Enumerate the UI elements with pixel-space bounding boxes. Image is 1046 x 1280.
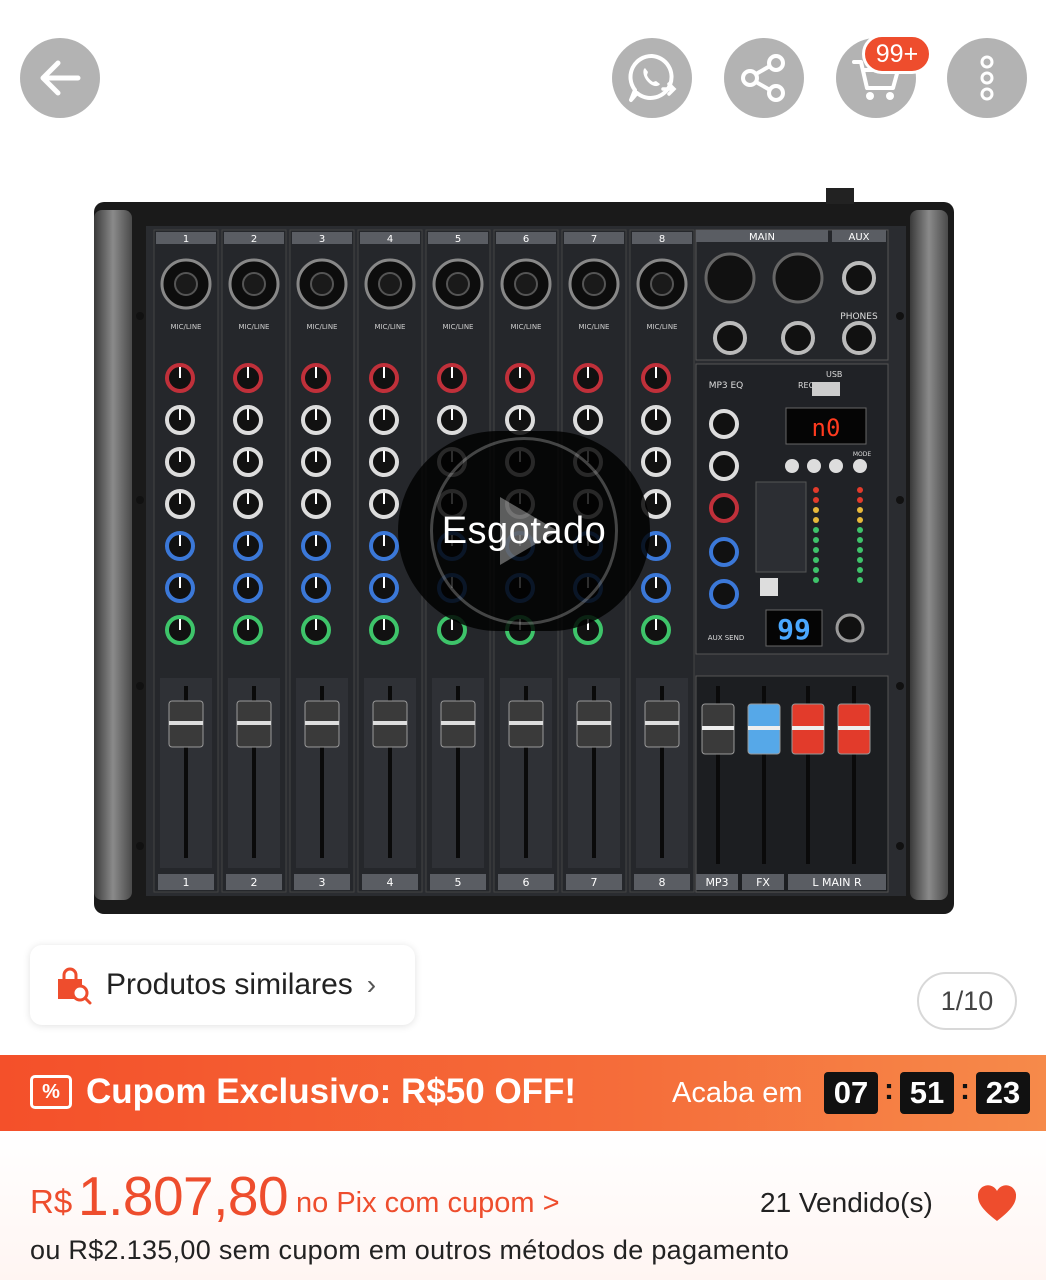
coupon-ends-label: Acaba em: [672, 1077, 803, 1109]
mixer-channel-number: 8: [659, 234, 665, 245]
mixer-display-bottom: 99: [777, 613, 811, 646]
similar-products-label: Produtos similares: [106, 968, 353, 1001]
mixer-channel-number: 6: [523, 876, 530, 889]
mixer-channel-number: 8: [659, 876, 666, 889]
mixer-phones-label: PHONES: [840, 312, 878, 322]
share-icon: [741, 54, 785, 102]
shopping-bag-search-icon: [58, 967, 92, 1005]
mixer-main-label: MAIN: [749, 232, 775, 243]
video-play-button[interactable]: Esgotado: [398, 431, 650, 631]
timer-separator: :: [884, 1073, 894, 1106]
mixer-channel-number: 3: [319, 876, 326, 889]
timer-minutes: 51: [900, 1072, 954, 1114]
mixer-fx-label: FX: [756, 876, 770, 889]
chevron-right-icon: ›: [366, 969, 377, 1000]
whatsapp-icon: [628, 53, 677, 102]
mixer-micline-label: MIC/LINE: [239, 323, 270, 331]
mixer-main-lr-label: L MAIN R: [812, 876, 862, 889]
mixer-channel-number: 6: [523, 234, 529, 245]
mixer-channel-number: 7: [591, 876, 598, 889]
more-options-button[interactable]: [947, 38, 1027, 118]
mixer-channel-number: 4: [387, 876, 394, 889]
product-page: 99+ 1 MIC/LINE 1 2 MIC/LINE 2 3 MIC/LINE 3 4 MIC/L…: [0, 0, 1046, 1280]
mixer-micline-label: MIC/LINE: [647, 323, 678, 331]
mixer-channel-number: 5: [455, 876, 462, 889]
mixer-channel-number: 3: [319, 234, 325, 245]
heart-icon[interactable]: [976, 1183, 1018, 1223]
back-button[interactable]: [20, 38, 100, 118]
mixer-channel-number: 2: [251, 234, 257, 245]
mixer-mp3eq-label: MP3 EQ: [709, 381, 744, 391]
mixer-micline-label: MIC/LINE: [443, 323, 474, 331]
mixer-auxsend-label: AUX SEND: [708, 634, 744, 642]
image-counter: 1/10: [917, 972, 1017, 1030]
mixer-mp3-label: MP3: [705, 876, 728, 889]
more-vertical-icon: [980, 55, 994, 101]
timer-hours: 07: [824, 1072, 878, 1114]
timer-separator: :: [960, 1073, 970, 1106]
pix-coupon-link[interactable]: no Pix com cupom >: [296, 1187, 560, 1220]
sold-out-label: Esgotado: [441, 509, 607, 552]
mixer-aux-label: AUX: [848, 232, 869, 243]
sold-count: 21 Vendido(s): [760, 1187, 933, 1218]
whatsapp-share-button[interactable]: [612, 38, 692, 118]
coupon-ticket-icon: %: [30, 1075, 72, 1109]
share-button[interactable]: [724, 38, 804, 118]
price-section: R$ 1.807,80 no Pix com cupom > 21 Vendid…: [0, 1131, 1046, 1280]
back-arrow-icon: [40, 60, 81, 96]
coupon-title: Cupom Exclusivo: R$50 OFF!: [86, 1072, 577, 1111]
price-currency: R$: [30, 1183, 73, 1220]
mixer-usb-label: USB: [826, 370, 842, 379]
mixer-mode-label: MODE: [853, 451, 872, 458]
mixer-display-top: n0: [812, 414, 841, 442]
mixer-micline-label: MIC/LINE: [307, 323, 338, 331]
mixer-channel-number: 7: [591, 234, 597, 245]
mixer-channel-number: 1: [183, 876, 190, 889]
mixer-channel-number: 4: [387, 234, 393, 245]
mixer-channel-number: 2: [251, 876, 258, 889]
alt-price-text: ou R$2.135,00 sem cupom em outros método…: [30, 1235, 790, 1265]
mixer-micline-label: MIC/LINE: [579, 323, 610, 331]
mixer-micline-label: MIC/LINE: [511, 323, 542, 331]
mixer-channel-number: 1: [183, 234, 189, 245]
coupon-banner[interactable]: % Cupom Exclusivo: R$50 OFF! Acaba em 07…: [0, 1055, 1046, 1131]
price-value: 1.807,80: [78, 1165, 289, 1227]
timer-seconds: 23: [976, 1072, 1030, 1114]
similar-products-button[interactable]: Produtos similares ›: [30, 945, 415, 1025]
mixer-micline-label: MIC/LINE: [171, 323, 202, 331]
mixer-micline-label: MIC/LINE: [375, 323, 406, 331]
mixer-channel-number: 5: [455, 234, 461, 245]
cart-count-badge: 99+: [862, 34, 932, 74]
